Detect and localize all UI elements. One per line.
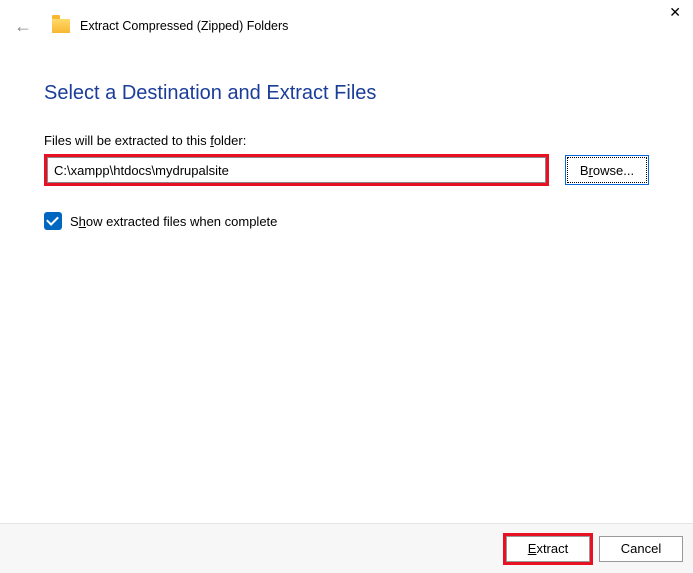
folder-label: Files will be extracted to this folder: (44, 133, 649, 148)
folder-label-prefix: Files will be extracted to this (44, 133, 210, 148)
extract-button[interactable]: Extract (506, 536, 590, 562)
show-files-checkbox[interactable] (44, 212, 62, 230)
path-highlight (44, 154, 549, 186)
checkbox-row: Show extracted files when complete (44, 212, 649, 230)
browse-prefix: B (580, 163, 589, 178)
window-title: Extract Compressed (Zipped) Folders (80, 19, 288, 33)
checkbox-suffix: ow extracted files when complete (86, 214, 277, 229)
folder-label-suffix: older: (214, 133, 247, 148)
footer: Extract Cancel (0, 523, 693, 573)
path-row: Browse... (44, 154, 649, 186)
browse-suffix: owse... (593, 163, 634, 178)
titlebar: ✕ ← Extract Compressed (Zipped) Folders (0, 0, 693, 50)
destination-path-input[interactable] (47, 157, 546, 183)
checkbox-prefix: S (70, 214, 79, 229)
page-heading: Select a Destination and Extract Files (44, 82, 649, 105)
extract-highlight: Extract (503, 533, 593, 565)
extract-suffix: xtract (536, 541, 568, 556)
cancel-button[interactable]: Cancel (599, 536, 683, 562)
folder-icon (52, 19, 70, 33)
browse-button[interactable]: Browse... (565, 155, 649, 185)
checkbox-label[interactable]: Show extracted files when complete (70, 214, 277, 229)
back-arrow-icon[interactable]: ← (14, 16, 32, 37)
checkbox-underline: h (79, 214, 86, 229)
content-area: Select a Destination and Extract Files F… (0, 50, 693, 230)
close-icon[interactable]: ✕ (669, 4, 681, 21)
